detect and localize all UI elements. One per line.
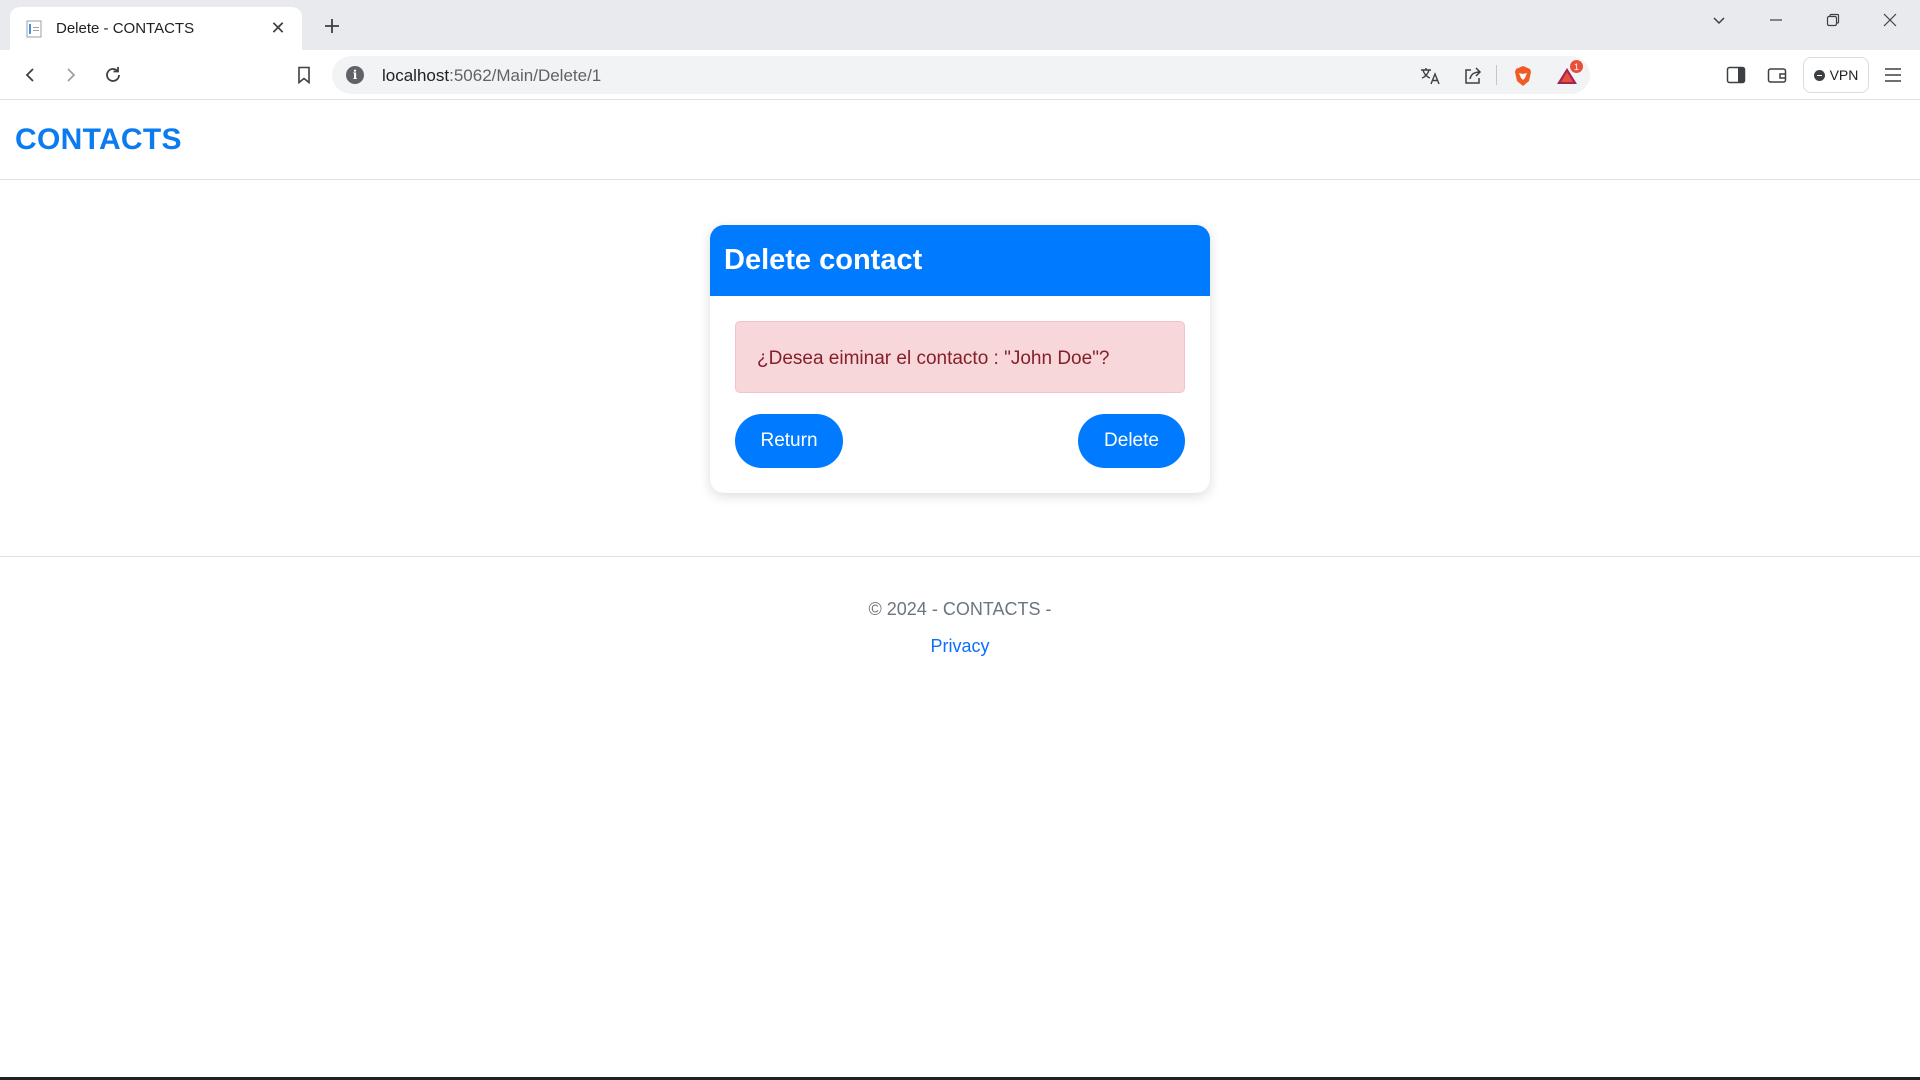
vpn-button[interactable]: VPN bbox=[1803, 57, 1869, 93]
privacy-link[interactable]: Privacy bbox=[930, 636, 989, 656]
url-path: :5062/Main/Delete/1 bbox=[449, 66, 602, 85]
confirm-alert: ¿Desea eiminar el contacto : "John Doe"? bbox=[735, 321, 1185, 393]
browser-tab[interactable]: Delete - CONTACTS ✕ bbox=[10, 7, 302, 50]
back-icon[interactable] bbox=[14, 59, 46, 91]
plus-icon[interactable] bbox=[318, 12, 346, 40]
browser-toolbar: i localhost:5062/Main/Delete/1 1 VPN bbox=[0, 50, 1920, 100]
close-icon[interactable]: ✕ bbox=[266, 17, 290, 41]
share-icon[interactable] bbox=[1459, 62, 1487, 90]
omnibox-divider bbox=[1496, 65, 1497, 85]
delete-card: Delete contact ¿Desea eiminar el contact… bbox=[710, 225, 1210, 493]
copyright-text: © 2024 - CONTACTS - bbox=[868, 599, 1052, 619]
brand-link[interactable]: CONTACTS bbox=[15, 123, 182, 157]
site-navbar: CONTACTS bbox=[0, 101, 1920, 180]
window-close-icon[interactable] bbox=[1862, 0, 1918, 40]
delete-button[interactable]: Delete bbox=[1078, 414, 1185, 468]
restore-icon[interactable] bbox=[1805, 0, 1861, 40]
return-button[interactable]: Return bbox=[735, 414, 843, 468]
card-title: Delete contact bbox=[710, 225, 1210, 296]
url-host: localhost bbox=[382, 66, 450, 85]
site-footer: © 2024 - CONTACTS - Privacy bbox=[0, 556, 1920, 676]
info-icon[interactable]: i bbox=[346, 66, 364, 84]
minimize-icon[interactable] bbox=[1748, 0, 1804, 40]
page-favicon-icon bbox=[24, 19, 44, 39]
vpn-label: VPN bbox=[1829, 67, 1859, 83]
address-bar[interactable]: i localhost:5062/Main/Delete/1 1 bbox=[332, 56, 1590, 94]
url-text[interactable]: localhost:5062/Main/Delete/1 bbox=[382, 66, 601, 86]
brave-shield-icon[interactable] bbox=[1509, 62, 1537, 90]
chevron-down-icon[interactable] bbox=[1691, 0, 1747, 40]
sidebar-icon[interactable] bbox=[1720, 59, 1752, 91]
menu-icon[interactable] bbox=[1877, 59, 1909, 91]
reload-icon[interactable] bbox=[97, 59, 129, 91]
tab-strip: Delete - CONTACTS ✕ bbox=[0, 0, 1920, 50]
brave-rewards-icon[interactable]: 1 bbox=[1553, 60, 1583, 90]
page-viewport: CONTACTS Delete contact ¿Desea eiminar e… bbox=[0, 101, 1920, 1080]
rewards-badge: 1 bbox=[1570, 60, 1583, 73]
bookmark-icon[interactable] bbox=[288, 59, 320, 91]
vpn-icon bbox=[1813, 69, 1825, 81]
forward-icon[interactable] bbox=[55, 59, 87, 91]
tab-title: Delete - CONTACTS bbox=[56, 20, 195, 37]
wallet-icon[interactable] bbox=[1761, 59, 1793, 91]
translate-icon[interactable] bbox=[1416, 62, 1444, 90]
